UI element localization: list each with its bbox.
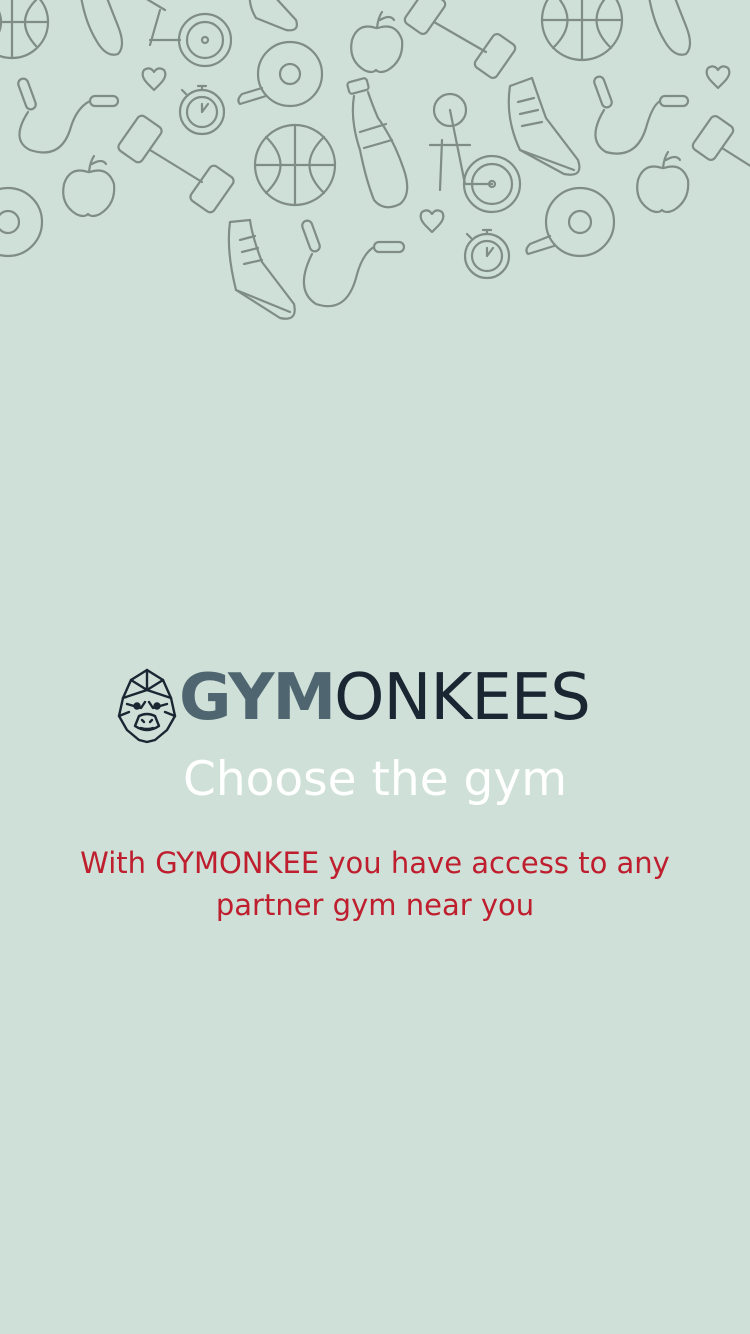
basketball-icon [0, 0, 50, 60]
water-bottle-icon [80, 0, 124, 56]
stationary-bike-icon [428, 92, 522, 214]
brand-name-light: ONKEES [334, 661, 591, 735]
apple-icon [350, 10, 404, 74]
stationary-bike-icon [146, 0, 233, 68]
basketball-icon [540, 0, 624, 62]
dumbbell-icon [691, 115, 750, 167]
jump-rope-icon [301, 219, 406, 308]
sneaker-icon [507, 76, 581, 176]
jump-rope-icon [593, 75, 690, 155]
apple-icon [62, 154, 116, 218]
heart-icon [705, 65, 731, 90]
gorilla-head-icon [117, 668, 177, 744]
ping-pong-paddle-icon [0, 186, 44, 258]
ping-pong-paddle-icon [525, 186, 616, 258]
apple-icon [636, 150, 690, 214]
brand-logo: GYMONKEES [117, 666, 637, 744]
jump-rope-icon [17, 77, 120, 154]
fitness-doodle-pattern [0, 0, 750, 330]
onboarding-screen: GYMONKEES Choose the gym With GYMONKEE y… [0, 0, 750, 1334]
sneaker-icon [227, 218, 296, 320]
water-bottle-icon [648, 0, 692, 56]
stopwatch-icon [178, 84, 226, 136]
heart-icon [141, 67, 167, 92]
brand-name-bold: GYM [179, 661, 336, 735]
basketball-icon [253, 123, 337, 207]
brand-wordmark: GYMONKEES [179, 666, 591, 730]
heart-icon [419, 209, 445, 234]
sneaker-icon [248, 0, 298, 32]
dumbbell-icon [403, 0, 517, 79]
onboarding-title: Choose the gym [183, 752, 567, 807]
ping-pong-paddle-icon [237, 40, 324, 108]
water-bottle-icon [346, 77, 409, 209]
stopwatch-icon [463, 228, 511, 280]
onboarding-description: With GYMONKEE you have access to any par… [80, 846, 670, 922]
